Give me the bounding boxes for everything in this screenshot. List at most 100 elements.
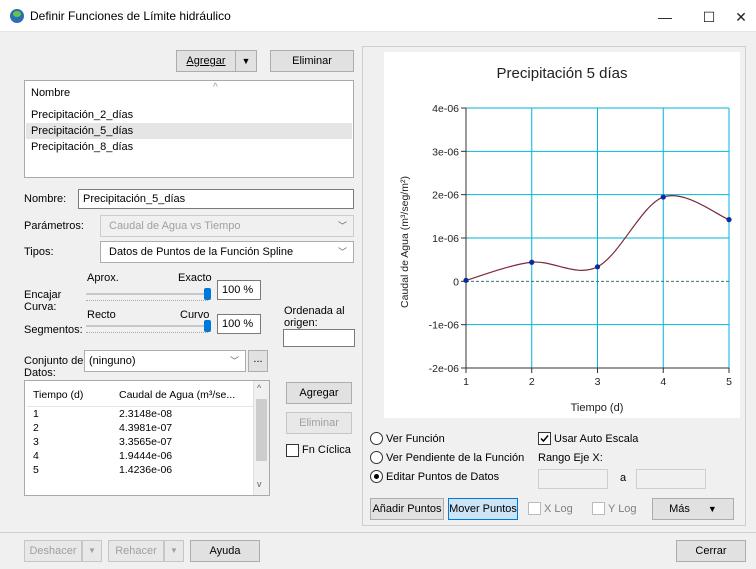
maximize-button[interactable]: ☐ bbox=[694, 8, 724, 26]
dataset-label-2: Datos: bbox=[24, 367, 56, 379]
delete-function-button[interactable]: Eliminar bbox=[270, 50, 354, 72]
cell-flow: 3.3565e-07 bbox=[119, 436, 173, 448]
chevron-down-icon: ﹀ bbox=[337, 221, 347, 231]
more-button[interactable]: Más ▼ bbox=[652, 498, 734, 520]
x-tick-label: 4 bbox=[660, 376, 666, 388]
checkmark-icon bbox=[540, 435, 549, 443]
dataset-more-button[interactable]: ... bbox=[248, 350, 268, 372]
column-header-time[interactable]: Tiempo (d) bbox=[33, 389, 83, 401]
chart: Precipitación 5 días Caudal de Agua (m³/… bbox=[399, 65, 732, 414]
close-button[interactable]: Cerrar bbox=[676, 540, 746, 562]
cyclic-checkbox[interactable] bbox=[286, 444, 299, 457]
undo-dropdown-button: ▼ bbox=[82, 540, 102, 562]
params-select: Caudal de Agua vs Tiempo ﹀ bbox=[100, 215, 354, 237]
data-point[interactable] bbox=[594, 264, 601, 270]
add-dropdown-button[interactable]: ▼ bbox=[235, 50, 257, 72]
segments-label: Segmentos: bbox=[24, 324, 83, 336]
help-button[interactable]: Ayuda bbox=[190, 540, 260, 562]
column-header-flow[interactable]: Caudal de Agua (m³/se... bbox=[119, 389, 235, 401]
x-range-to-label: a bbox=[620, 472, 627, 484]
data-table[interactable]: Tiempo (d) Caudal de Agua (m³/se... 1 2.… bbox=[24, 380, 270, 496]
auto-scale-label: Usar Auto Escala bbox=[554, 433, 639, 445]
segments-value[interactable]: 100 % bbox=[217, 314, 261, 334]
scroll-thumb[interactable] bbox=[256, 399, 267, 461]
list-item[interactable]: Precipitación_2_días bbox=[31, 107, 351, 123]
table-row[interactable]: 4 1.9444e-06 bbox=[25, 450, 251, 464]
cell-time: 4 bbox=[33, 450, 39, 462]
table-row[interactable]: 1 2.3148e-08 bbox=[25, 408, 251, 422]
redo-dropdown-button: ▼ bbox=[164, 540, 184, 562]
x-tick-label: 2 bbox=[529, 376, 535, 388]
data-point[interactable] bbox=[726, 217, 732, 223]
sort-caret-icon: ^ bbox=[213, 82, 218, 93]
chart-ylabel: Caudal de Agua (m³/seg/m²) bbox=[399, 176, 411, 308]
move-points-button[interactable]: Mover Puntos bbox=[448, 498, 518, 520]
add-row-button[interactable]: Agregar bbox=[286, 382, 352, 404]
x-range-from-input[interactable] bbox=[538, 469, 608, 489]
y-log-label: Y Log bbox=[608, 503, 637, 515]
x-range-label: Rango Eje X: bbox=[538, 452, 603, 464]
fit-curve-slider[interactable] bbox=[86, 288, 212, 301]
x-log-checkbox bbox=[528, 502, 541, 515]
x-range-to-input[interactable] bbox=[636, 469, 706, 489]
x-tick-label: 3 bbox=[595, 376, 601, 388]
y-tick-label: 1e-06 bbox=[432, 233, 459, 245]
app-icon bbox=[10, 9, 24, 23]
chevron-down-icon: ﹀ bbox=[229, 356, 239, 366]
types-select[interactable]: Datos de Puntos de la Función Spline ﹀ bbox=[100, 241, 354, 263]
cyclic-label: Fn Cíclica bbox=[302, 444, 351, 456]
chevron-down-icon: ﹀ bbox=[337, 247, 347, 257]
segments-slider[interactable] bbox=[86, 320, 212, 333]
add-points-button[interactable]: Añadir Puntos bbox=[370, 498, 444, 520]
exact-label: Exacto bbox=[178, 272, 212, 284]
fit-curve-label-2: Curva: bbox=[24, 301, 57, 313]
table-row[interactable]: 2 4.3981e-07 bbox=[25, 422, 251, 436]
data-point[interactable] bbox=[660, 194, 666, 200]
params-label: Parámetros: bbox=[24, 220, 84, 232]
list-item-selected[interactable]: Precipitación_5_días bbox=[26, 123, 352, 139]
ordinate-input[interactable] bbox=[283, 329, 355, 347]
dataset-label-1: Conjunto de bbox=[24, 355, 84, 367]
cell-flow: 4.3981e-07 bbox=[119, 422, 173, 434]
data-point[interactable] bbox=[529, 259, 535, 265]
add-function-button[interactable]: Agregar bbox=[176, 50, 236, 72]
fit-curve-value[interactable]: 100 % bbox=[217, 280, 261, 300]
chart-xlabel: Tiempo (d) bbox=[571, 402, 624, 414]
list-item[interactable]: Precipitación_8_días bbox=[31, 139, 351, 155]
cell-time: 3 bbox=[33, 436, 39, 448]
show-slope-radio[interactable] bbox=[370, 451, 383, 464]
chart-grid bbox=[465, 107, 730, 369]
cell-time: 2 bbox=[33, 422, 39, 434]
chart-axes: 1 2 3 4 5 4e-06 3e-06 2e-06 1e-06 0 -1e-06 -2e-06 bbox=[429, 103, 732, 388]
auto-scale-checkbox[interactable] bbox=[538, 432, 551, 445]
table-scrollbar[interactable]: ^ v bbox=[253, 381, 269, 495]
table-row[interactable]: 5 1.4236e-06 bbox=[25, 464, 251, 478]
name-label: Nombre: bbox=[24, 193, 67, 205]
y-tick-label: -2e-06 bbox=[429, 363, 460, 375]
cell-flow: 1.4236e-06 bbox=[119, 464, 173, 476]
scroll-down-icon[interactable]: v bbox=[257, 479, 262, 489]
slider-thumb[interactable] bbox=[204, 288, 211, 300]
x-tick-label: 1 bbox=[463, 376, 469, 388]
close-window-button[interactable]: ✕ bbox=[726, 8, 756, 26]
data-point[interactable] bbox=[463, 277, 469, 283]
slider-thumb[interactable] bbox=[204, 320, 211, 332]
delete-row-button: Eliminar bbox=[286, 412, 352, 434]
show-function-radio[interactable] bbox=[370, 432, 383, 445]
show-function-label: Ver Función bbox=[386, 433, 445, 445]
x-tick-label: 5 bbox=[726, 376, 732, 388]
undo-button: Deshacer bbox=[24, 540, 82, 562]
y-log-checkbox bbox=[592, 502, 605, 515]
list-header-name: Nombre bbox=[31, 87, 71, 99]
cell-flow: 1.9444e-06 bbox=[119, 450, 173, 462]
dataset-select[interactable]: (ninguno) ﹀ bbox=[84, 350, 246, 372]
minimize-button[interactable]: — bbox=[650, 8, 680, 26]
more-dropdown-icon: ▼ bbox=[707, 504, 717, 514]
scroll-up-icon[interactable]: ^ bbox=[257, 383, 261, 393]
table-row[interactable]: 3 3.3565e-07 bbox=[25, 436, 251, 450]
redo-button: Rehacer bbox=[108, 540, 164, 562]
name-input[interactable]: Precipitación_5_días bbox=[78, 189, 354, 209]
function-list[interactable]: Nombre ^ Precipitación_2_días Precipitac… bbox=[24, 80, 354, 178]
cell-time: 5 bbox=[33, 464, 39, 476]
edit-points-radio[interactable] bbox=[370, 470, 383, 483]
